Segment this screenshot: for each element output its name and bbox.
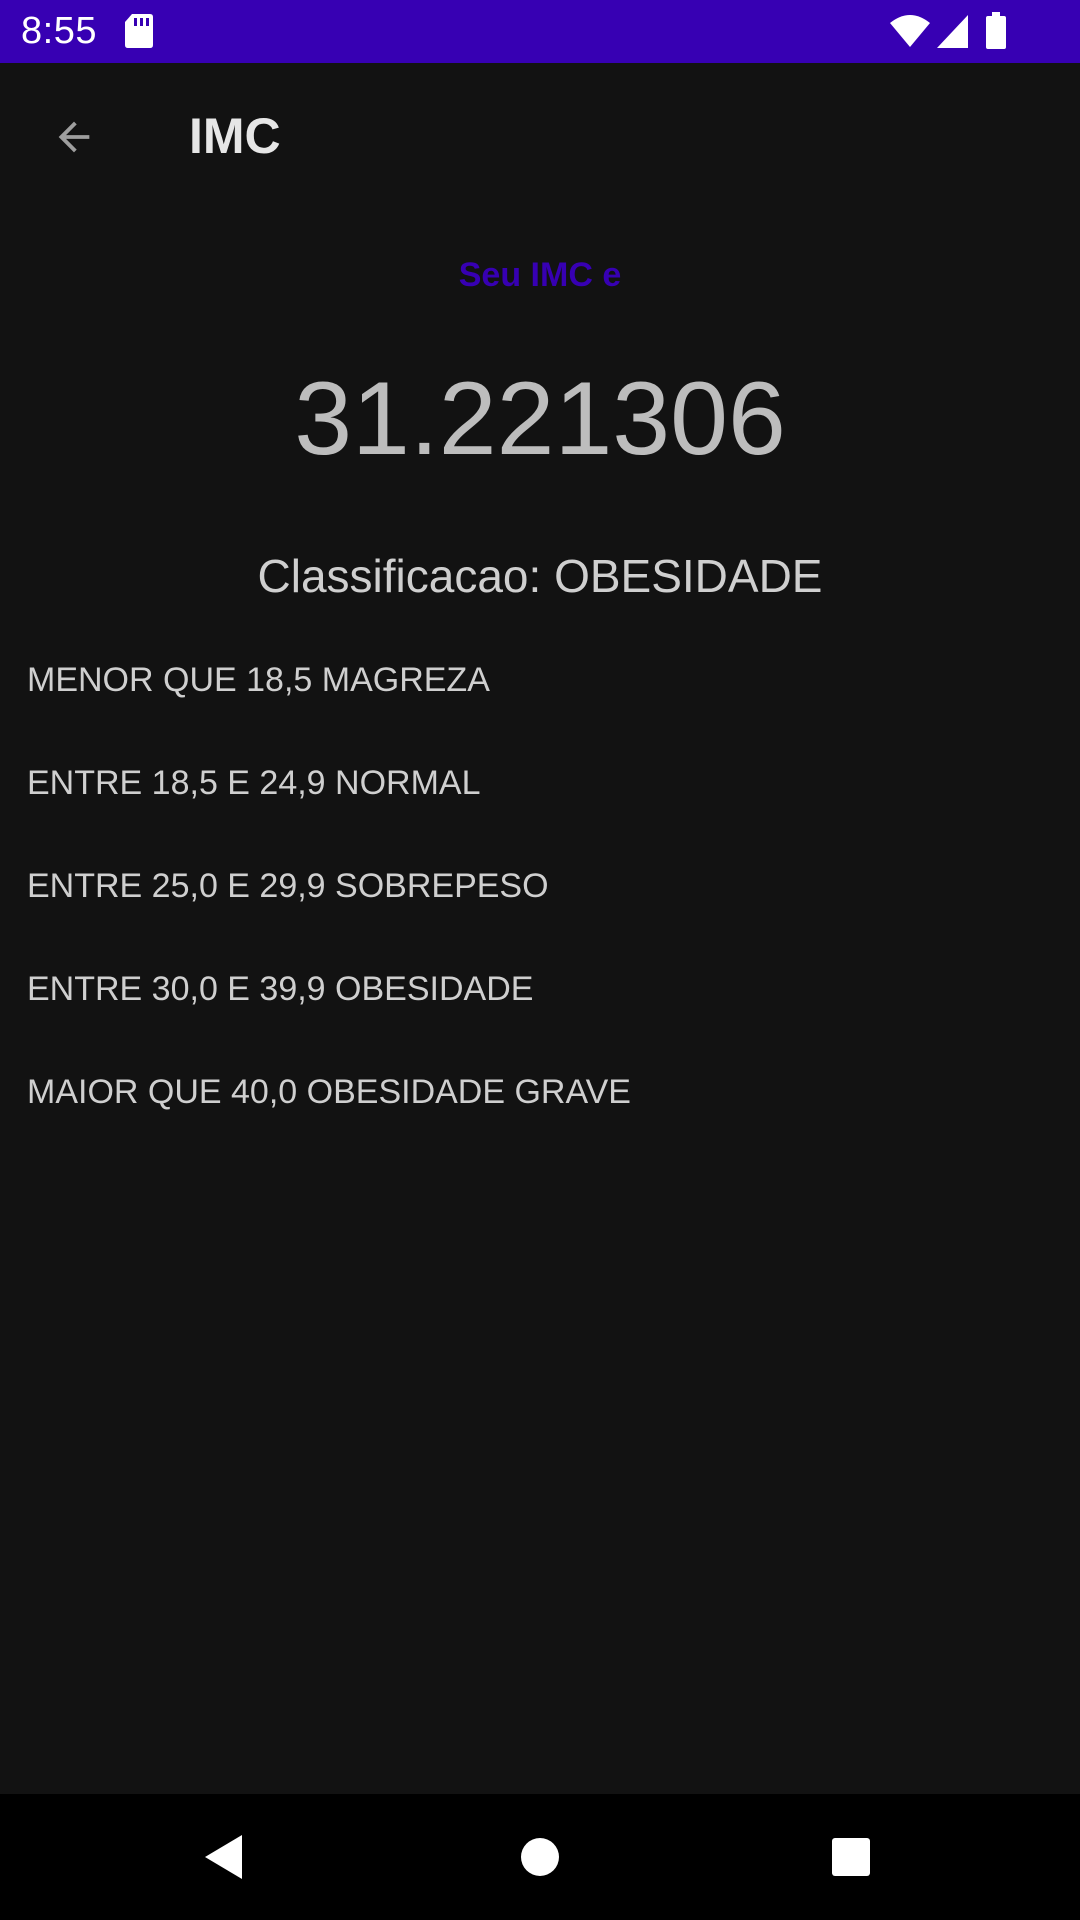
nav-home-icon bbox=[521, 1838, 559, 1876]
nav-recents-button[interactable] bbox=[815, 1821, 887, 1893]
imc-value: 31.221306 bbox=[294, 361, 786, 477]
classification-value: OBESIDADE bbox=[554, 550, 823, 602]
classification-text: Classificacao: OBESIDADE bbox=[0, 549, 1080, 603]
nav-home-button[interactable] bbox=[504, 1821, 576, 1893]
result-label: Seu IMC e bbox=[458, 256, 622, 294]
status-time: 8:55 bbox=[21, 10, 97, 52]
nav-back-icon bbox=[205, 1835, 242, 1879]
app-bar: IMC bbox=[0, 63, 1080, 210]
arrow-back-icon bbox=[58, 121, 90, 153]
range-item: ENTRE 18,5 E 24,9 NORMAL bbox=[27, 764, 481, 802]
imc-ranges-list: MENOR QUE 18,5 MAGREZA ENTRE 18,5 E 24,9… bbox=[27, 655, 631, 1170]
nav-back-button[interactable] bbox=[188, 1821, 260, 1893]
range-item: MENOR QUE 18,5 MAGREZA bbox=[27, 661, 490, 699]
page-title: IMC bbox=[189, 108, 281, 164]
battery-icon bbox=[986, 12, 1006, 49]
wifi-icon bbox=[890, 15, 930, 47]
nav-recents-icon bbox=[832, 1838, 870, 1876]
range-item: MAIOR QUE 40,0 OBESIDADE GRAVE bbox=[27, 1073, 631, 1111]
range-item: ENTRE 30,0 E 39,9 OBESIDADE bbox=[27, 970, 534, 1008]
range-item: ENTRE 25,0 E 29,9 SOBREPESO bbox=[27, 867, 549, 905]
classification-prefix: Classificacao: bbox=[257, 550, 555, 602]
back-button[interactable] bbox=[34, 103, 114, 171]
cell-signal-icon bbox=[937, 15, 968, 48]
sd-card-icon bbox=[125, 14, 153, 48]
status-bar: 8:55 bbox=[0, 0, 1080, 63]
system-nav-bar bbox=[0, 1794, 1080, 1920]
